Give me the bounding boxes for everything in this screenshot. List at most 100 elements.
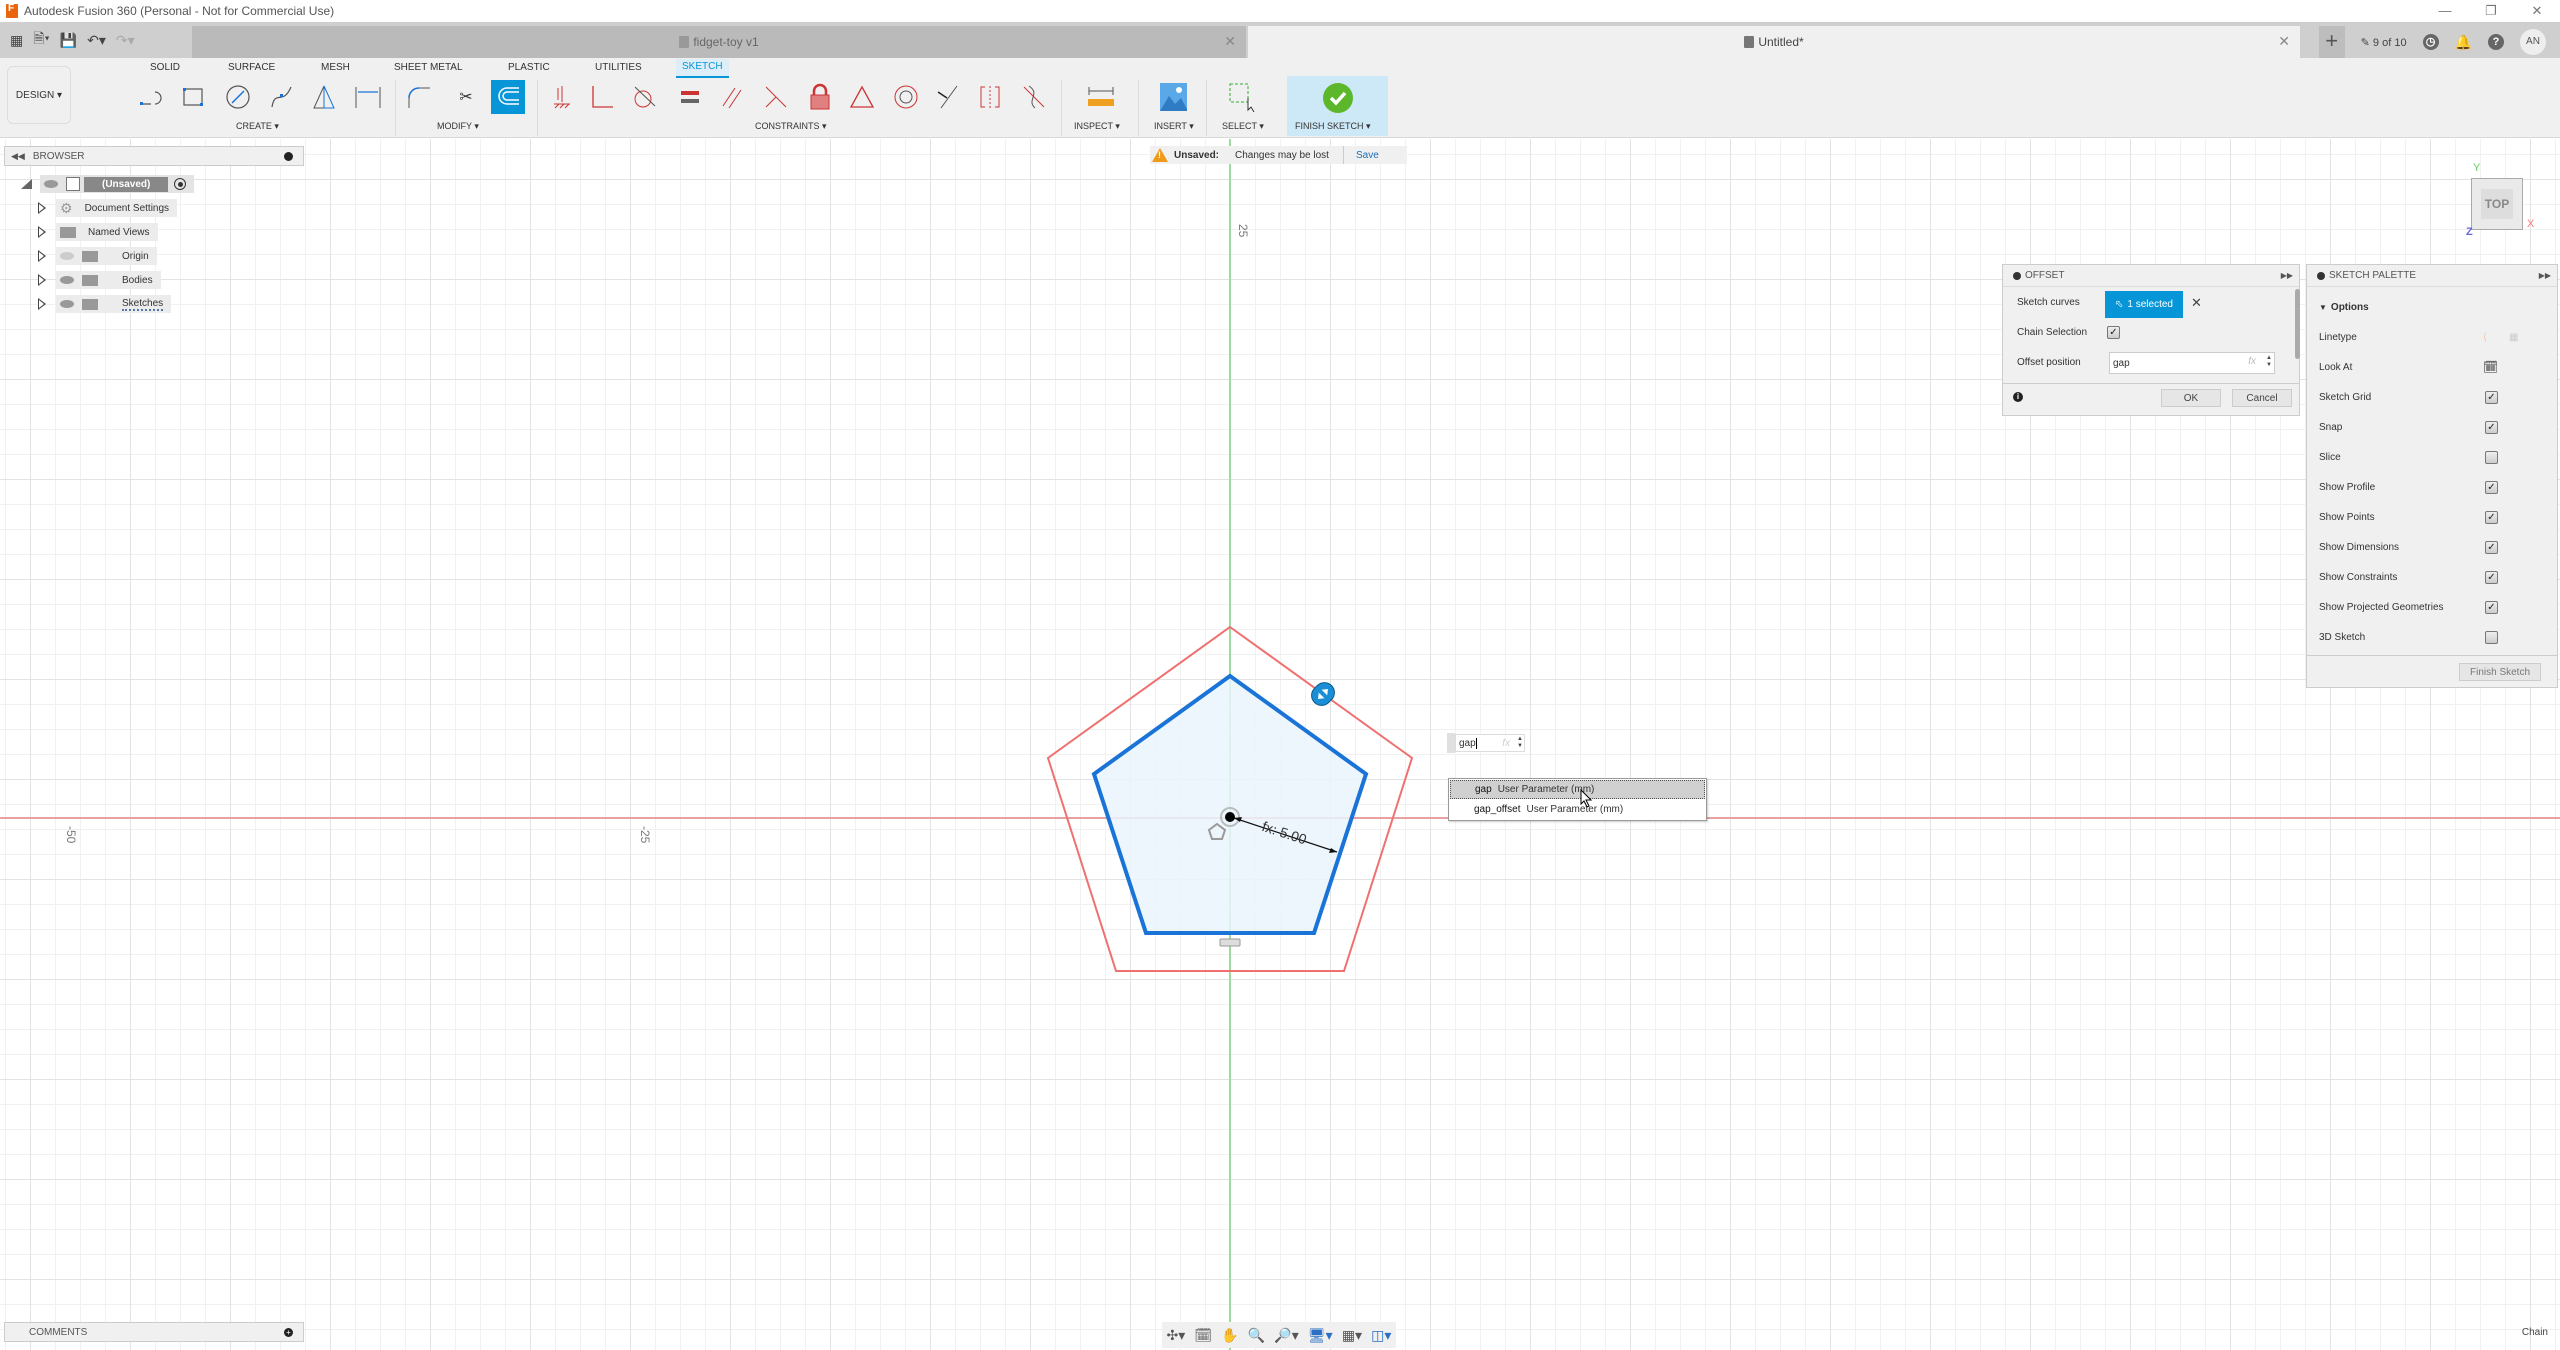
info-icon[interactable]: i	[2013, 392, 2023, 402]
collapse-triangle-icon[interactable]	[20, 178, 34, 190]
text-caret	[1475, 737, 1477, 749]
spinner-icon[interactable]: ▲ ▼	[2266, 355, 2272, 369]
palette-finish-sketch-button[interactable]: Finish Sketch	[2459, 663, 2541, 681]
parameter-autocomplete: gap User Parameter (mm) gap_offset User Pa…	[1448, 778, 1707, 821]
dialog-header[interactable]: OFFSET ▶▶	[2003, 265, 2299, 287]
divider	[2307, 655, 2557, 656]
centerline-linetype-icon[interactable]: ▦	[2509, 332, 2518, 343]
palette-header[interactable]: SKETCH PALETTE ▶▶	[2307, 265, 2557, 287]
warning-icon	[1152, 148, 1168, 162]
viewcube[interactable]: TOP	[2471, 178, 2523, 230]
look-at-label: Look At	[2319, 361, 2353, 373]
collapse-panel-icon[interactable]: ◀◀	[11, 151, 25, 162]
zoom-icon[interactable]: 🔍	[1248, 1327, 1265, 1344]
show-profile-checkbox[interactable]: ✓	[2485, 480, 2498, 494]
param-name: gap	[1475, 784, 1492, 795]
expand-triangle-icon[interactable]	[38, 298, 46, 310]
display-settings-icon[interactable]: 🖥▾	[1308, 1327, 1333, 1344]
sketch-curves-selection[interactable]: ⬁ 1 selected	[2105, 291, 2183, 318]
option-show-dimensions: Show Dimensions ✓	[2319, 538, 2549, 556]
options-section-toggle[interactable]: ▼ Options	[2319, 298, 2549, 316]
option-show-constraints: Show Constraints ✓	[2319, 568, 2549, 586]
show-constraints-checkbox[interactable]: ✓	[2485, 570, 2498, 584]
add-comment-icon[interactable]: +	[284, 1327, 293, 1337]
expand-triangle-icon[interactable]	[38, 202, 46, 214]
browser-panel-header[interactable]: ◀◀ BROWSER	[4, 146, 304, 166]
3d-sketch-checkbox[interactable]	[2485, 630, 2498, 644]
expand-triangle-icon[interactable]	[38, 274, 46, 286]
dialog-title: OFFSET	[2025, 270, 2065, 281]
look-at-icon[interactable]: 🗓	[2483, 360, 2498, 374]
chain-selection-checkbox[interactable]: ✓	[2107, 326, 2120, 339]
option-show-profile: Show Profile ✓	[2319, 478, 2549, 496]
look-at-icon[interactable]: 🗓	[1194, 1327, 1212, 1344]
option-label: Show Profile	[2319, 481, 2376, 493]
offset-position-input[interactable]: gap fx ▲ ▼	[2109, 352, 2275, 374]
expand-triangle-icon[interactable]	[38, 250, 46, 262]
minus-circle-icon[interactable]	[2317, 271, 2325, 280]
divider	[2003, 383, 2299, 384]
orbit-icon[interactable]: ✣▾	[1167, 1327, 1186, 1344]
chain-selection-label: Chain Selection	[2017, 327, 2088, 338]
sketch-grid-checkbox[interactable]: ✓	[2485, 390, 2498, 404]
snap-checkbox[interactable]: ✓	[2485, 420, 2498, 434]
param-type: User Parameter (mm)	[1526, 804, 1624, 815]
expand-triangle-icon[interactable]	[38, 226, 46, 238]
show-projected-geometries-checkbox[interactable]: ✓	[2485, 600, 2498, 614]
construction-linetype-icon[interactable]: ⟨	[2483, 332, 2487, 343]
horizontal-constraint-glyph	[1219, 938, 1241, 947]
comments-panel-header[interactable]: COMMENTS +	[4, 1322, 304, 1342]
clear-selection-icon[interactable]: ✕	[2191, 295, 2202, 311]
browser-item-bodies[interactable]: Bodies	[38, 271, 161, 289]
expand-palette-icon[interactable]: ▶▶	[2539, 271, 2551, 280]
dialog-scrollbar[interactable]	[2295, 289, 2300, 359]
browser-item-document-settings[interactable]: ⚙ Document Settings	[38, 199, 178, 217]
look-at-row: Look At 🗓	[2319, 358, 2549, 376]
browser-root-unsaved[interactable]: (Unsaved)	[20, 175, 195, 193]
linetype-label: Linetype	[2319, 331, 2357, 343]
autocomplete-item[interactable]: gap User Parameter (mm)	[1450, 780, 1705, 799]
sketch-curves-label: Sketch curves	[2017, 297, 2080, 308]
hidden-eye-icon[interactable]	[60, 252, 74, 260]
autocomplete-item[interactable]: gap_offset User Parameter (mm)	[1450, 800, 1705, 819]
visibility-eye-icon[interactable]	[44, 180, 58, 188]
show-dimensions-checkbox[interactable]: ✓	[2485, 540, 2498, 554]
browser-item-named-views[interactable]: Named Views	[38, 223, 158, 241]
option-show-points: Show Points ✓	[2319, 508, 2549, 526]
comments-title: COMMENTS	[29, 1326, 88, 1338]
selected-pentagon	[1091, 673, 1369, 935]
save-link[interactable]: Save	[1356, 150, 1379, 161]
offset-position-label: Offset position	[2017, 357, 2081, 368]
ok-button[interactable]: OK	[2161, 389, 2221, 407]
item-label: Named Views	[88, 226, 150, 238]
drag-grip[interactable]	[1447, 733, 1455, 753]
inline-offset-input[interactable]: gap fx ▲ ▼	[1455, 734, 1525, 752]
offset-dialog: OFFSET ▶▶ Sketch curves ⬁ 1 selected ✕ Ch…	[2002, 264, 2300, 416]
viewports-icon[interactable]: ◫▾	[1371, 1327, 1391, 1344]
spinner-icon[interactable]: ▲ ▼	[1517, 736, 1523, 750]
center-point	[1225, 812, 1235, 822]
visibility-eye-icon[interactable]	[60, 276, 74, 284]
browser-item-origin[interactable]: Origin	[38, 247, 157, 265]
option-label: Show Dimensions	[2319, 541, 2400, 553]
fit-icon[interactable]: 🔎▾	[1274, 1327, 1298, 1344]
expand-dialog-icon[interactable]: ▶▶	[2281, 271, 2293, 280]
show-points-checkbox[interactable]: ✓	[2485, 510, 2498, 524]
item-label: Document Settings	[84, 202, 170, 214]
activate-radio-icon[interactable]	[174, 178, 187, 190]
grid-settings-icon[interactable]: ▦▾	[1342, 1327, 1362, 1344]
viewcube-z-label: Z	[2466, 226, 2473, 238]
minus-circle-icon[interactable]	[2013, 271, 2021, 280]
fx-icon: fx	[1502, 737, 1510, 749]
pan-hand-icon[interactable]: ✋	[1221, 1327, 1238, 1344]
viewcube-face-top[interactable]: TOP	[2480, 189, 2514, 219]
minus-circle-icon[interactable]	[284, 151, 293, 161]
browser-title: BROWSER	[32, 150, 85, 162]
cancel-button[interactable]: Cancel	[2232, 389, 2292, 407]
selection-count: 1 selected	[2127, 299, 2173, 310]
browser-item-sketches[interactable]: Sketches	[38, 295, 172, 313]
sketch-palette: SKETCH PALETTE ▶▶ ▼ Options Linetype ⟨ ▦ Lo…	[2306, 264, 2558, 688]
folder-icon	[82, 250, 98, 262]
slice-checkbox[interactable]	[2485, 450, 2498, 464]
visibility-eye-icon[interactable]	[60, 300, 74, 308]
